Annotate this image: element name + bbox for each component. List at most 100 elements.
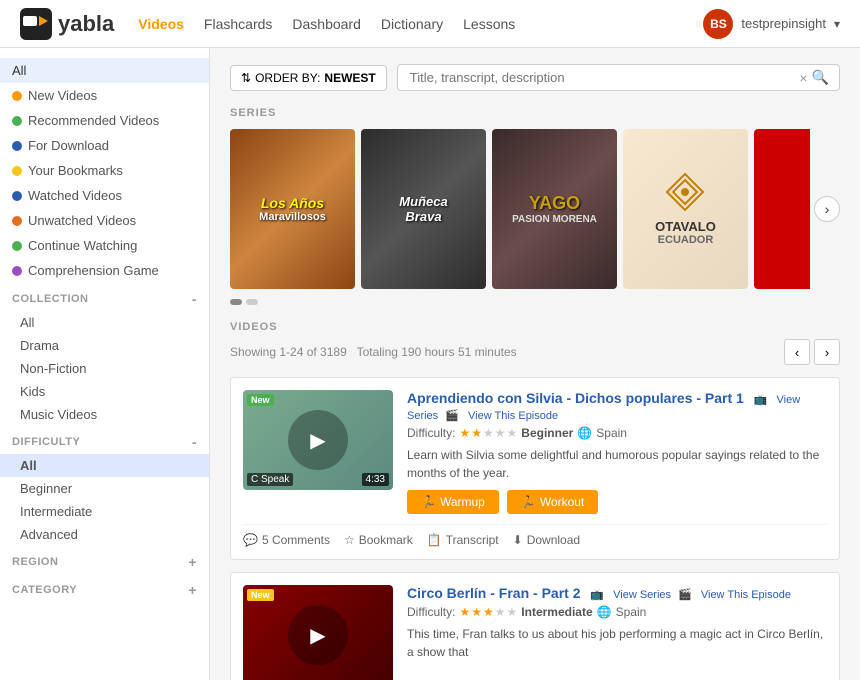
bookmark-icon-1: ☆: [344, 533, 355, 547]
transcript-link-1[interactable]: 📋 Transcript: [427, 533, 499, 547]
sidebar-collection-nonfiction[interactable]: Non-Fiction: [0, 357, 209, 380]
clear-icon[interactable]: ×: [797, 68, 809, 88]
prev-page-button[interactable]: ‹: [784, 339, 810, 365]
sidebar-item-label: New Videos: [28, 88, 97, 103]
star-2-2: ★: [471, 605, 482, 619]
logo-icon: [20, 8, 52, 40]
sidebar-diff-intermediate[interactable]: Intermediate: [0, 500, 209, 523]
bookmark-link-1[interactable]: ☆ Bookmark: [344, 533, 413, 547]
next-page-button[interactable]: ›: [814, 339, 840, 365]
video-card-inner-1: ▶ New C Speak 4:33 Aprendiendo con Silvi…: [243, 390, 827, 514]
star-1-5: ★: [507, 426, 518, 440]
video-desc-1: Learn with Silvia some delightful and hu…: [407, 446, 827, 482]
header-right: BS testprepinsight ▾: [703, 9, 840, 39]
main-nav: Videos Flashcards Dashboard Dictionary L…: [138, 16, 679, 32]
comments-link-1[interactable]: 💬 5 Comments: [243, 533, 330, 547]
series-thumb-3: YAGO PASION MORENA: [492, 129, 617, 289]
series-thumb-2: Muñeca Brava: [361, 129, 486, 289]
nav-dashboard[interactable]: Dashboard: [292, 16, 361, 32]
sidebar-collection-drama[interactable]: Drama: [0, 334, 209, 357]
logo[interactable]: yabla: [20, 8, 114, 40]
sidebar-item-watched[interactable]: Watched Videos: [0, 183, 209, 208]
carousel-dot-2[interactable]: [246, 299, 258, 305]
sidebar-collection-all[interactable]: All: [0, 311, 209, 334]
sidebar-item-label: Continue Watching: [28, 238, 137, 253]
sidebar-diff-advanced[interactable]: Advanced: [0, 523, 209, 546]
series-card-4[interactable]: OTAVALO ECUADOR: [623, 129, 748, 289]
warmup-label-1: Warmup: [440, 495, 485, 509]
sidebar-collection-kids[interactable]: Kids: [0, 380, 209, 403]
series-card-3[interactable]: YAGO PASION MORENA: [492, 129, 617, 289]
logo-text: yabla: [58, 11, 114, 37]
sidebar-diff-all[interactable]: All: [0, 454, 209, 477]
order-icon: ⇅: [241, 71, 251, 85]
video-thumb-1[interactable]: ▶ New C Speak 4:33: [243, 390, 393, 490]
difficulty-toggle[interactable]: -: [192, 434, 197, 450]
bookmarks-dot: [12, 166, 22, 176]
download-dot: [12, 141, 22, 151]
sidebar-item-label: Unwatched Videos: [28, 213, 136, 228]
sidebar-item-continue-watching[interactable]: Continue Watching: [0, 233, 209, 258]
continue-dot: [12, 241, 22, 251]
nav-lessons[interactable]: Lessons: [463, 16, 515, 32]
collection-toggle[interactable]: -: [192, 291, 197, 307]
sidebar-item-label: For Download: [28, 138, 109, 153]
video-info-2: Circo Berlín - Fran - Part 2 📺 View Seri…: [407, 585, 827, 680]
sidebar-item-label: Watched Videos: [28, 188, 122, 203]
stars-2: ★ ★ ★ ★ ★: [459, 605, 517, 619]
collection-section: COLLECTION -: [0, 283, 209, 311]
username[interactable]: testprepinsight: [741, 16, 826, 31]
series-thumb-4: OTAVALO ECUADOR: [623, 129, 748, 289]
nav-flashcards[interactable]: Flashcards: [204, 16, 272, 32]
sidebar-item-bookmarks[interactable]: Your Bookmarks: [0, 158, 209, 183]
sidebar-item-new-videos[interactable]: New Videos: [0, 83, 209, 108]
warmup-btn-1[interactable]: 🏃 Warmup: [407, 490, 499, 514]
download-link-1[interactable]: ⬇ Download: [513, 533, 580, 547]
search-icon[interactable]: 🔍: [810, 67, 831, 88]
series-card-1[interactable]: Los Años Maravillosos: [230, 129, 355, 289]
workout-btn-1[interactable]: 🏃 Workout: [507, 490, 598, 514]
view-episode-1[interactable]: View This Episode: [468, 410, 558, 422]
warmup-icon-1: 🏃: [421, 495, 436, 509]
order-label: ORDER BY:: [255, 71, 320, 85]
region-toggle[interactable]: +: [188, 554, 197, 570]
search-input[interactable]: [406, 65, 798, 90]
main-content: ⇅ ORDER BY: NEWEST × 🔍 SERIES Los Años M…: [210, 48, 860, 680]
video-card-1: ▶ New C Speak 4:33 Aprendiendo con Silvi…: [230, 377, 840, 560]
nav-dictionary[interactable]: Dictionary: [381, 16, 443, 32]
sidebar-item-label: Your Bookmarks: [28, 163, 123, 178]
carousel-next-arrow[interactable]: ›: [814, 196, 840, 222]
sidebar-item-download[interactable]: For Download: [0, 133, 209, 158]
video-footer-1: 💬 5 Comments ☆ Bookmark 📋 Transcript ⬇ D…: [243, 524, 827, 547]
comp-dot: [12, 266, 22, 276]
sidebar: All New Videos Recommended Videos For Do…: [0, 48, 210, 680]
sidebar-item-unwatched[interactable]: Unwatched Videos: [0, 208, 209, 233]
watched-dot: [12, 191, 22, 201]
nav-videos[interactable]: Videos: [138, 16, 184, 32]
view-episode-2[interactable]: View This Episode: [701, 589, 791, 601]
videos-count-text: Showing 1-24 of 3189 Totaling 190 hours …: [230, 345, 517, 359]
series-card-2[interactable]: Muñeca Brava: [361, 129, 486, 289]
main-layout: All New Videos Recommended Videos For Do…: [0, 48, 860, 680]
order-value: NEWEST: [324, 71, 375, 85]
sidebar-collection-music[interactable]: Music Videos: [0, 403, 209, 426]
country-1: Spain: [596, 426, 627, 440]
category-section: CATEGORY +: [0, 574, 209, 602]
video-card-inner-2: ▶ New Circo Berlín - Fran - Part 2 📺 Vie…: [243, 585, 827, 680]
chevron-down-icon[interactable]: ▾: [834, 17, 840, 31]
view-series-2[interactable]: View Series: [613, 589, 671, 601]
sidebar-item-all[interactable]: All: [0, 58, 209, 83]
sidebar-item-label: Recommended Videos: [28, 113, 159, 128]
sidebar-diff-beginner[interactable]: Beginner: [0, 477, 209, 500]
video-title-link-1[interactable]: Aprendiendo con Silvia - Dichos populare…: [407, 390, 744, 406]
series-card-5[interactable]: S: [754, 129, 810, 289]
carousel-dot-1[interactable]: [230, 299, 242, 305]
category-toggle[interactable]: +: [188, 582, 197, 598]
sidebar-item-comp-game[interactable]: Comprehension Game: [0, 258, 209, 283]
total-text: Totaling 190 hours 51 minutes: [357, 345, 517, 359]
order-by-button[interactable]: ⇅ ORDER BY: NEWEST: [230, 65, 387, 91]
difficulty-row-1: Difficulty: ★ ★ ★ ★ ★ Beginner 🌐 Spain: [407, 426, 827, 440]
video-thumb-2[interactable]: ▶ New: [243, 585, 393, 680]
sidebar-item-recommended[interactable]: Recommended Videos: [0, 108, 209, 133]
video-title-link-2[interactable]: Circo Berlín - Fran - Part 2: [407, 585, 580, 601]
